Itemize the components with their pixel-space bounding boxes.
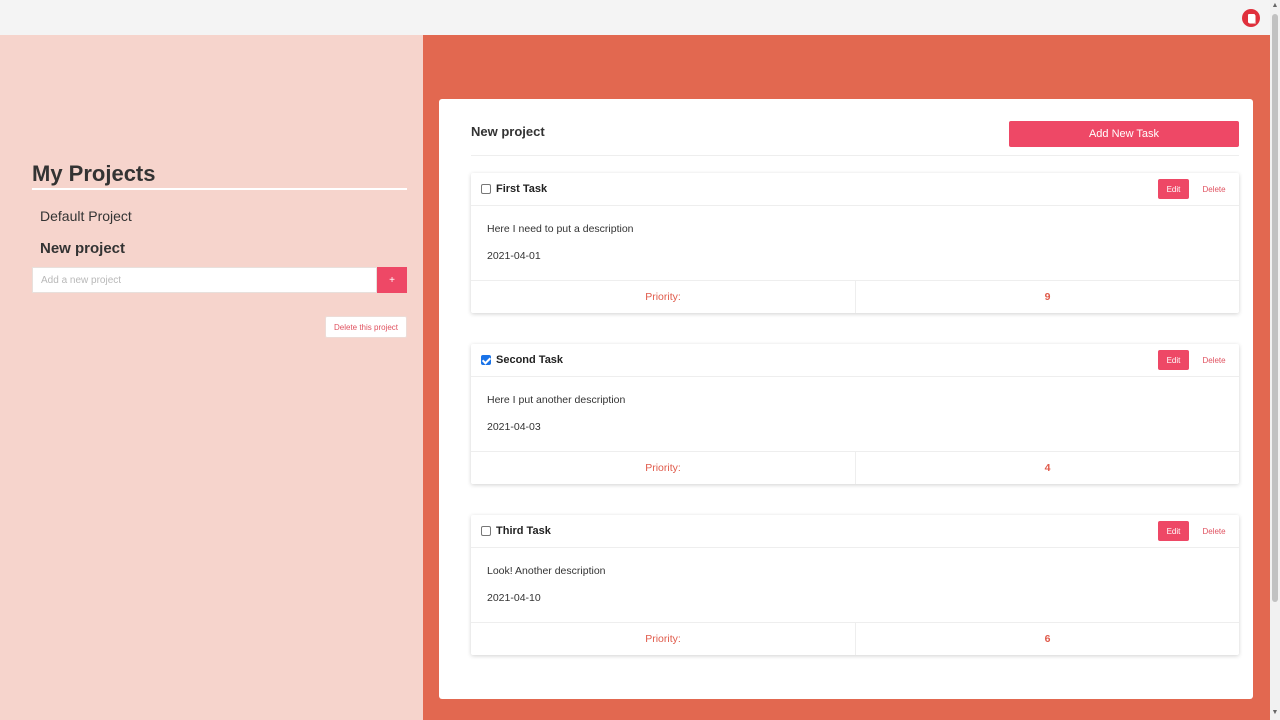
delete-task-button[interactable]: Delete	[1196, 352, 1232, 368]
priority-value: 9	[1044, 291, 1051, 303]
scroll-thumb[interactable]	[1272, 14, 1278, 602]
task-card: Second Task Edit Delete Here I put anoth…	[471, 344, 1239, 484]
task-complete-checkbox[interactable]	[481, 526, 491, 536]
task-name: Third Task	[496, 525, 551, 537]
edit-task-button[interactable]: Edit	[1158, 179, 1189, 199]
task-card: First Task Edit Delete Here I need to pu…	[471, 173, 1239, 313]
project-item-new-project[interactable]: New project	[40, 240, 125, 257]
sidebar: My Projects Default Project New project …	[0, 35, 423, 720]
delete-project-button[interactable]: Delete this project	[325, 316, 407, 338]
edit-task-button[interactable]: Edit	[1158, 350, 1189, 370]
task-header: Second Task Edit Delete	[471, 344, 1239, 377]
delete-task-button[interactable]: Delete	[1196, 181, 1232, 197]
delete-task-button[interactable]: Delete	[1196, 523, 1232, 539]
task-name: Second Task	[496, 354, 564, 366]
priority-value: 6	[1044, 633, 1051, 645]
project-panel: New project Add New Task First Task Edit…	[439, 99, 1253, 699]
priority-label: Priority:	[645, 633, 681, 645]
scroll-down-arrow-icon[interactable]: ▼	[1270, 708, 1280, 718]
task-header: Third Task Edit Delete	[471, 515, 1239, 548]
browser-toolbar	[0, 0, 1270, 35]
edit-task-button[interactable]: Edit	[1158, 521, 1189, 541]
task-complete-checkbox[interactable]	[481, 184, 491, 194]
sidebar-divider	[32, 188, 407, 190]
task-date: 2021-04-03	[487, 421, 541, 433]
main-area: New project Add New Task First Task Edit…	[423, 35, 1270, 720]
task-card: Third Task Edit Delete Look! Another des…	[471, 515, 1239, 655]
priority-value: 4	[1044, 462, 1051, 474]
task-description: Here I put another description	[487, 394, 626, 406]
add-project-button[interactable]: +	[377, 267, 407, 293]
priority-label: Priority:	[645, 291, 681, 303]
task-date: 2021-04-10	[487, 592, 541, 604]
project-title: New project	[471, 124, 545, 139]
page-scrollbar[interactable]: ▲ ▼	[1270, 0, 1280, 720]
scroll-up-arrow-icon[interactable]: ▲	[1270, 1, 1280, 11]
project-item-default[interactable]: Default Project	[40, 208, 132, 224]
add-project-input[interactable]	[32, 267, 377, 293]
panel-divider	[471, 155, 1239, 156]
task-name: First Task	[496, 183, 548, 195]
task-complete-checkbox[interactable]	[481, 355, 491, 365]
task-date: 2021-04-01	[487, 250, 541, 262]
sidebar-title: My Projects	[32, 161, 156, 186]
clipboard-icon[interactable]	[1242, 9, 1260, 27]
task-header: First Task Edit Delete	[471, 173, 1239, 206]
task-description: Look! Another description	[487, 565, 606, 577]
add-task-button[interactable]: Add New Task	[1009, 121, 1239, 147]
task-description: Here I need to put a description	[487, 223, 634, 235]
priority-label: Priority:	[645, 462, 681, 474]
